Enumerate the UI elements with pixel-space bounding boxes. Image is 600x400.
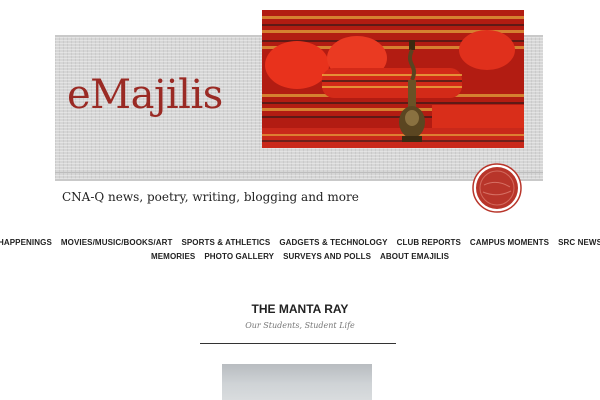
- category-link-student-life[interactable]: Student Life: [305, 321, 355, 330]
- majlis-photo-graphic: [262, 10, 524, 148]
- post-title[interactable]: THE MANTA RAY: [0, 302, 600, 316]
- post-featured-image[interactable]: [222, 364, 372, 400]
- nav-item-src-news[interactable]: SRC NEWS: [558, 236, 600, 250]
- header-photo: [262, 10, 524, 148]
- site-header: eMajilis CNA-Q news, poetry, writing, bl…: [0, 0, 600, 230]
- main-navigation: HAPPENINGS MOVIES/MUSIC/BOOKS/ART SPORTS…: [0, 236, 600, 264]
- site-title-link[interactable]: eMajilis: [67, 72, 223, 118]
- nav-item-photo-gallery[interactable]: PHOTO GALLERY: [204, 250, 274, 264]
- title-divider: [200, 343, 396, 344]
- nav-item-surveys-and-polls[interactable]: SURVEYS AND POLLS: [283, 250, 371, 264]
- post-categories: Our Students, Student Life: [0, 321, 600, 330]
- nav-row-1: HAPPENINGS MOVIES/MUSIC/BOOKS/ART SPORTS…: [0, 236, 600, 250]
- banner-line: [55, 172, 543, 173]
- nav-item-happenings[interactable]: HAPPENINGS: [0, 236, 52, 250]
- nav-item-sports-athletics[interactable]: SPORTS & ATHLETICS: [181, 236, 270, 250]
- nav-item-campus-moments[interactable]: CAMPUS MOMENTS: [470, 236, 549, 250]
- nav-item-memories[interactable]: MEMORIES: [151, 250, 195, 264]
- site-tagline: CNA-Q news, poetry, writing, blogging an…: [62, 190, 359, 204]
- category-link-our-students[interactable]: Our Students: [245, 321, 299, 330]
- nav-row-2: MEMORIES PHOTO GALLERY SURVEYS AND POLLS…: [0, 250, 600, 264]
- nav-item-about-emajilis[interactable]: ABOUT EMAJILIS: [380, 250, 449, 264]
- nav-item-club-reports[interactable]: CLUB REPORTS: [397, 236, 461, 250]
- seal-icon: [472, 163, 522, 213]
- nav-item-gadgets-technology[interactable]: GADGETS & TECHNOLOGY: [279, 236, 387, 250]
- nav-item-movies-music-books-art[interactable]: MOVIES/MUSIC/BOOKS/ART: [61, 236, 173, 250]
